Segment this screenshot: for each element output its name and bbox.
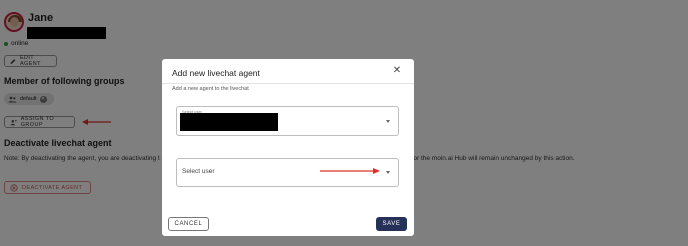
redacted-selected-user (180, 113, 278, 131)
dialog-title: Add new livechat agent (172, 68, 260, 78)
annotation-arrow-right (320, 168, 380, 174)
chevron-down-icon (386, 120, 390, 123)
select-user-placeholder: Select user (182, 168, 215, 175)
cancel-button[interactable]: CANCEL (168, 217, 209, 231)
chevron-down-icon (386, 171, 390, 174)
select-user-field-filled[interactable]: Select user (176, 106, 399, 136)
add-agent-dialog: Add new livechat agent ✕ Add a new agent… (162, 59, 414, 236)
dialog-description: Add a new agent to the livechat (172, 86, 249, 92)
save-button[interactable]: SAVE (376, 217, 407, 231)
dialog-divider (162, 83, 414, 84)
close-icon[interactable]: ✕ (392, 66, 402, 76)
